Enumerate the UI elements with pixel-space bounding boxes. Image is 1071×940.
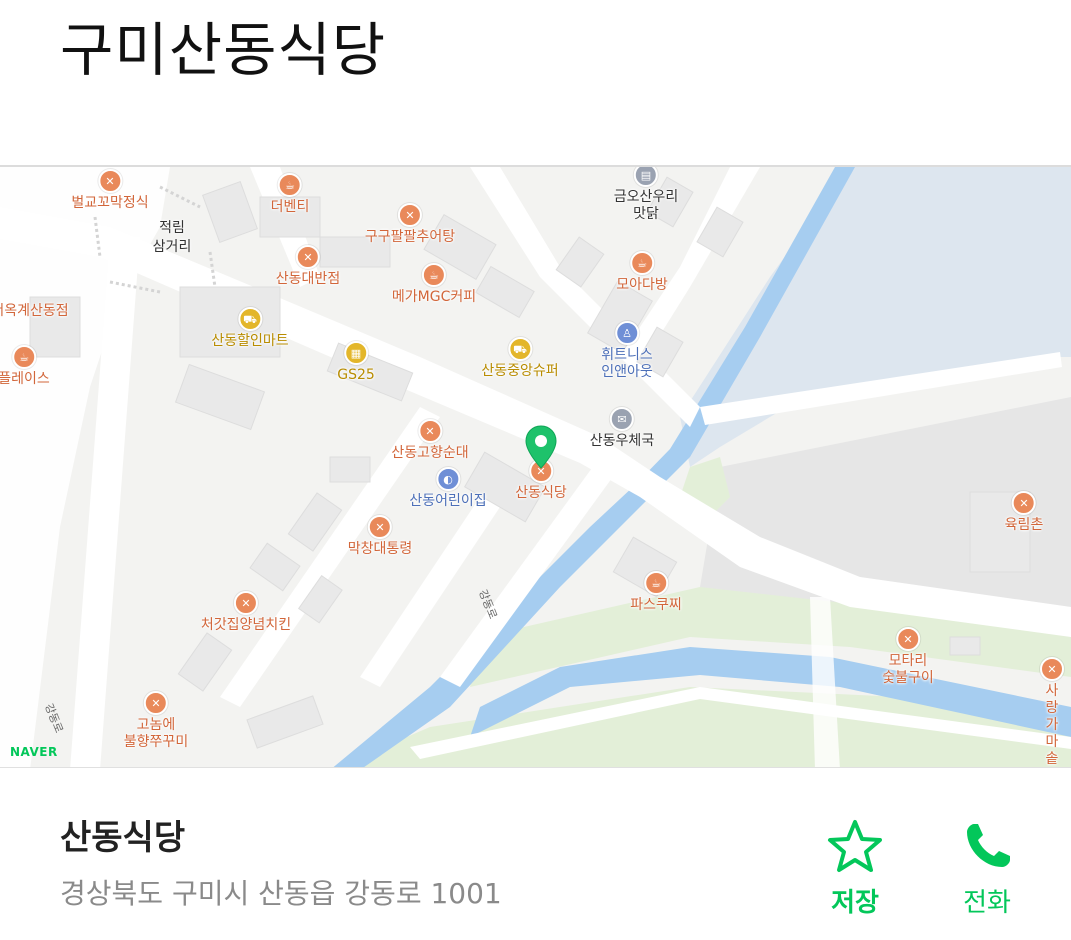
- restaurant-icon: ✕: [144, 691, 168, 715]
- poi-cheogat[interactable]: ✕ 처갓집양념치킨: [201, 591, 291, 634]
- poi-place[interactable]: ☕ 플레이스: [0, 345, 50, 388]
- poi-motari[interactable]: ✕ 모타리 숯불구이: [882, 627, 934, 687]
- poi-post[interactable]: ✉ 산동우체국: [590, 407, 654, 450]
- restaurant-icon: ✕: [1011, 491, 1036, 515]
- poi-makchang[interactable]: ✕ 막창대통령: [348, 515, 412, 558]
- cafe-icon: ☕: [421, 263, 446, 287]
- poi-paskuchi[interactable]: ☕ 파스쿠찌: [630, 571, 682, 614]
- map-view[interactable]: ✕ 벌교꼬막정식 ☕ 더벤티 ▤ 금오산우리 맛닭 ✕ 구구팔팔추어탕 ✕ 산동…: [0, 165, 1071, 768]
- restaurant-icon: ✕: [368, 515, 392, 539]
- poi-sandongdaeban[interactable]: ✕ 산동대반점: [276, 245, 340, 288]
- place-address: 경상북도 구미시 산동읍 강동로 1001: [60, 877, 502, 910]
- area-label-jeongrim: 적림 삼거리: [152, 220, 192, 255]
- fitness-icon: ♙: [615, 321, 639, 345]
- restaurant-icon: ✕: [397, 203, 422, 227]
- cafe-icon: ☕: [277, 173, 302, 197]
- restaurant-icon: ✕: [418, 419, 442, 443]
- cafe-icon: ☕: [644, 571, 668, 595]
- building-icon: ▤: [634, 167, 658, 187]
- restaurant-icon: ✕: [296, 245, 320, 269]
- location-pin-icon[interactable]: [524, 425, 558, 469]
- chicken-icon: ✕: [233, 591, 258, 615]
- poi-yukrim[interactable]: ✕ 육림촌: [1005, 491, 1043, 534]
- poi-gohyang[interactable]: ✕ 산동고향순대: [391, 419, 469, 462]
- poi-beolgyo[interactable]: ✕ 벌교꼬막정식: [71, 169, 149, 212]
- school-icon: ◐: [436, 467, 460, 491]
- poi-moadabang[interactable]: ☕ 모아다방: [616, 251, 668, 294]
- poi-okgye[interactable]: ✕ 서옥계산동점: [0, 277, 69, 320]
- save-button[interactable]: 저장: [822, 818, 888, 919]
- poi-halin[interactable]: ⛟ 산동할인마트: [211, 307, 289, 350]
- restaurant-icon: ✕: [98, 169, 122, 193]
- cafe-icon: ☕: [630, 251, 654, 275]
- star-icon: [828, 820, 882, 872]
- post-icon: ✉: [610, 407, 634, 431]
- restaurant-icon: ✕: [896, 627, 920, 651]
- store-icon: ▦: [344, 341, 368, 365]
- poi-debenti[interactable]: ☕ 더벤티: [271, 173, 309, 216]
- poi-megamgc[interactable]: ☕ 메가MGC커피: [392, 263, 476, 306]
- mart-icon: ⛟: [508, 337, 532, 361]
- mart-icon: ⛟: [238, 307, 262, 331]
- call-button[interactable]: 전화: [952, 818, 1022, 919]
- naver-logo: NAVER: [10, 745, 58, 759]
- cafe-icon: ☕: [12, 345, 36, 369]
- poi-sarang[interactable]: ✕ 사랑 가마솥: [1040, 657, 1064, 767]
- poi-fitness[interactable]: ♙ 휘트니스 인앤아웃: [601, 321, 653, 381]
- place-name: 산동식당: [60, 818, 186, 858]
- phone-icon: [967, 824, 1010, 867]
- page-title: 구미산동식당: [60, 16, 387, 84]
- poi-gs25[interactable]: ▦ GS25: [337, 341, 375, 384]
- restaurant-icon: ✕: [1040, 657, 1064, 681]
- poi-eorinijip[interactable]: ◐ 산동어린이집: [409, 467, 487, 510]
- poi-gonome[interactable]: ✕ 고놈에 불향쭈꾸미: [124, 691, 188, 751]
- poi-jungang[interactable]: ⛟ 산동중앙슈퍼: [481, 337, 559, 380]
- call-label: 전화: [963, 888, 1011, 918]
- poi-gugupal[interactable]: ✕ 구구팔팔추어탕: [365, 203, 455, 246]
- save-label: 저장: [831, 888, 879, 918]
- poi-geumosan[interactable]: ▤ 금오산우리 맛닭: [614, 167, 678, 223]
